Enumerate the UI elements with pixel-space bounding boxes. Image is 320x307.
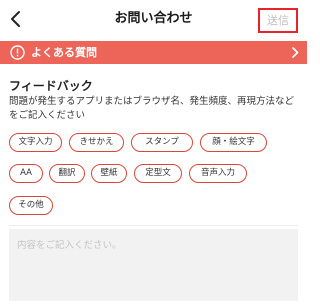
chip-wallpaper[interactable]: 壁紙 [91,164,127,183]
chip-template[interactable]: 定型文 [134,164,182,183]
chip-voice-input[interactable]: 音声入力 [189,164,247,183]
feedback-description: 問題が発生するアプリまたはブラウザ名、発生頻度、再現方法などをご記入ください [9,96,295,121]
chip-translate[interactable]: 翻訳 [49,164,85,183]
chip-other[interactable]: その他 [9,196,53,215]
faq-label: よくある質問 [31,46,97,59]
chevron-right-icon [292,47,299,58]
header-bar: お問い合わせ 送信 [0,0,307,38]
chip-emoji[interactable]: 顔・絵文字 [200,133,267,152]
chip-text-input[interactable]: 文字入力 [9,133,62,152]
divider [9,225,298,226]
chip-stamp[interactable]: スタンプ [131,133,193,152]
exclamation-circle-icon [10,45,25,60]
contact-screen: お問い合わせ 送信 よくある質問 フィードバック 問題が発生するアプリまたはブラ… [0,0,307,307]
feedback-title: フィードバック [9,79,93,93]
chip-theme[interactable]: きせかえ [69,133,124,152]
feedback-textarea[interactable] [9,229,298,301]
category-chips: 文字入力 きせかえ スタンプ 顔・絵文字 AA 翻訳 壁紙 定型文 音声入力 そ… [9,133,301,215]
faq-bar[interactable]: よくある質問 [0,41,307,64]
chip-aa[interactable]: AA [9,164,43,183]
send-button-highlight: 送信 [258,8,298,33]
send-button[interactable]: 送信 [260,13,296,29]
feedback-textarea-box [9,229,298,301]
